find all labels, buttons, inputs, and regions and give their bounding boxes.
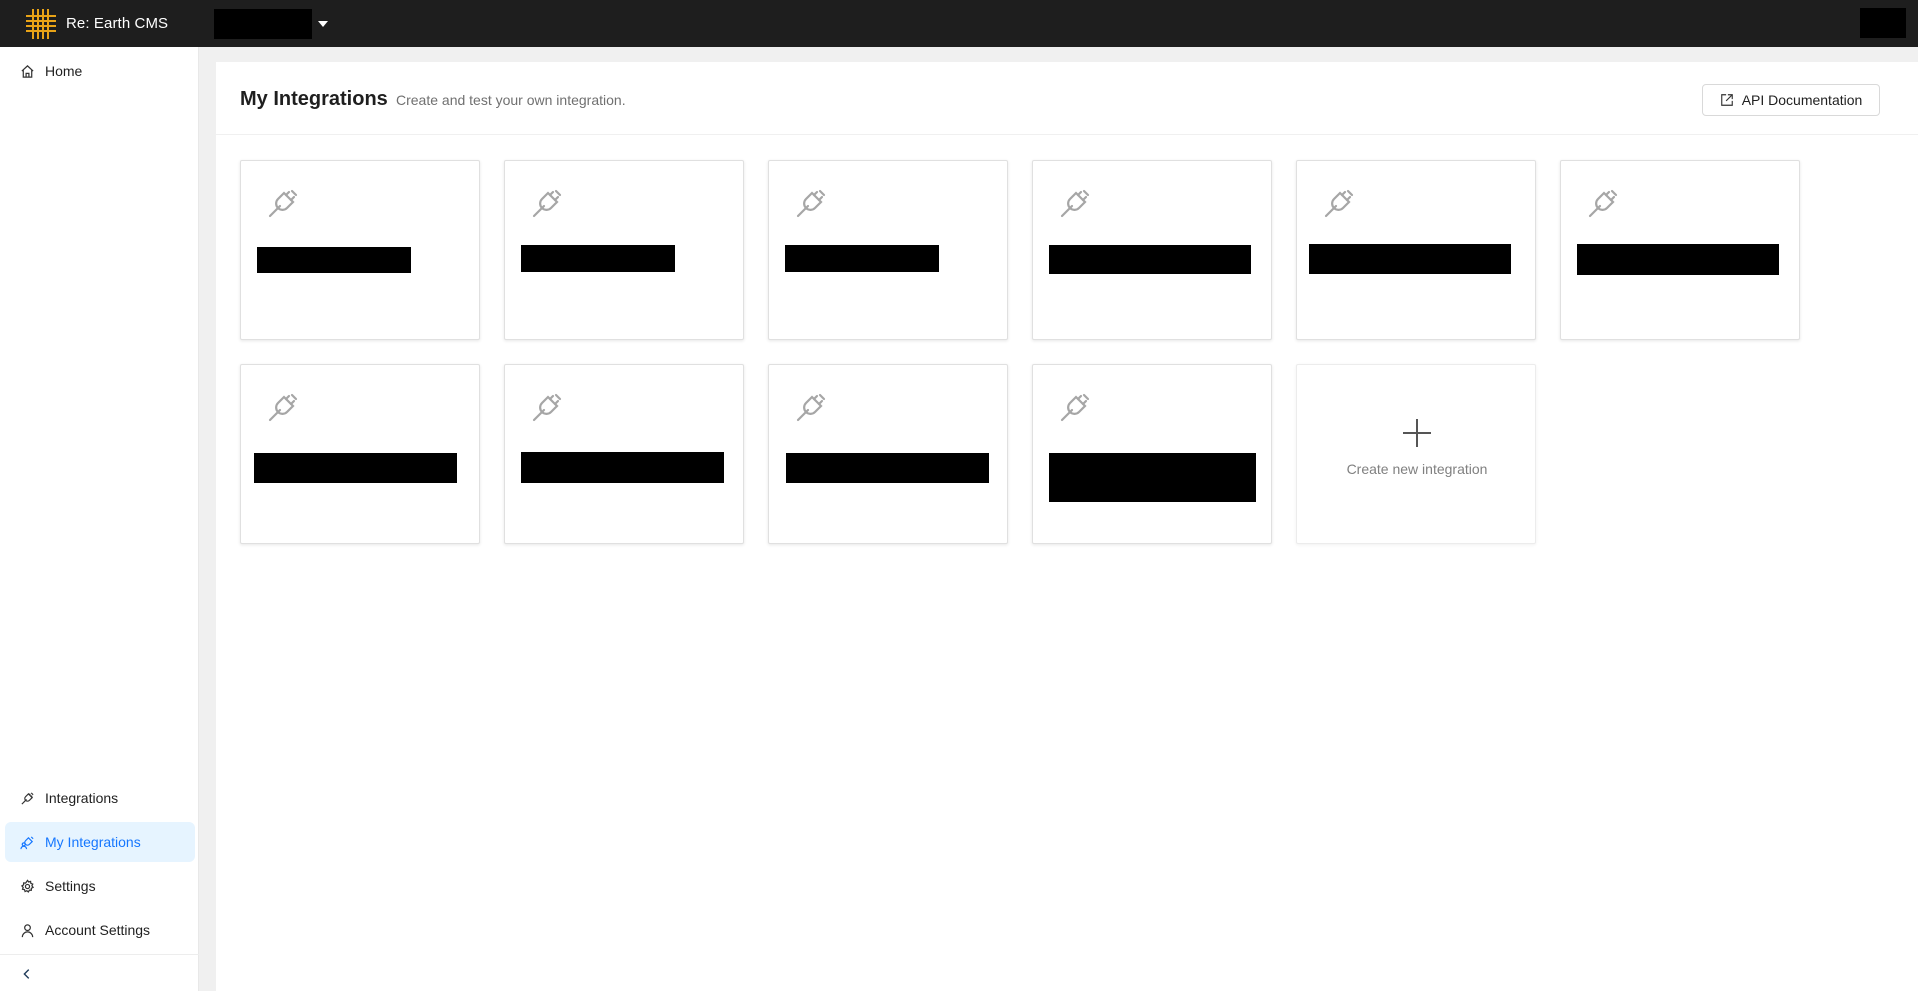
plug-icon	[1060, 393, 1090, 422]
create-new-integration-card[interactable]: Create new integration	[1296, 364, 1536, 544]
integration-name-redacted	[1049, 453, 1256, 502]
user-menu-redacted[interactable]	[1860, 8, 1906, 38]
sidebar-item-label: Account Settings	[45, 922, 151, 938]
plug-icon	[1324, 189, 1354, 218]
sidebar-divider	[0, 954, 199, 955]
integration-name-redacted	[257, 247, 411, 273]
chevron-left-icon	[23, 969, 30, 979]
integration-name-redacted	[1309, 244, 1511, 274]
integration-card[interactable]	[1032, 364, 1272, 544]
integration-name-redacted	[254, 453, 457, 483]
user-plug-icon	[19, 834, 35, 850]
plug-icon	[19, 790, 35, 806]
sidebar: Home Integrations My Integrations Settin…	[0, 47, 199, 991]
integration-name-redacted	[1577, 244, 1779, 275]
sidebar-item-label: My Integrations	[45, 834, 141, 850]
plug-icon	[268, 189, 298, 218]
integration-name-redacted	[785, 245, 939, 272]
sidebar-item-settings[interactable]: Settings	[5, 866, 195, 906]
caret-down-icon	[318, 20, 329, 27]
plug-icon	[1060, 189, 1090, 218]
integration-card[interactable]	[1032, 160, 1272, 340]
sidebar-item-label: Settings	[45, 878, 96, 894]
integration-name-redacted	[1049, 245, 1251, 274]
home-icon	[19, 63, 35, 79]
integration-card[interactable]	[504, 364, 744, 544]
external-link-icon	[1720, 94, 1733, 106]
integration-card[interactable]	[768, 364, 1008, 544]
collapse-sidebar-button[interactable]	[18, 965, 36, 983]
user-icon	[19, 922, 35, 938]
plus-icon	[1403, 419, 1431, 447]
main-content: My Integrations Create and test your own…	[216, 62, 1918, 991]
plug-icon	[532, 393, 562, 422]
page-header: My Integrations Create and test your own…	[216, 62, 1918, 135]
integration-name-redacted	[521, 245, 675, 272]
plug-icon	[1588, 189, 1618, 218]
sidebar-item-label: Home	[45, 63, 83, 79]
plug-icon	[796, 189, 826, 218]
top-header-bar: Re: Earth CMS	[0, 0, 1918, 47]
integration-card[interactable]	[1560, 160, 1800, 340]
gear-icon	[19, 878, 35, 894]
integration-card[interactable]	[240, 160, 480, 340]
workspace-name-redacted	[214, 8, 313, 39]
plug-icon	[796, 393, 826, 422]
page-title: My Integrations	[240, 88, 388, 110]
grid-logo-icon	[26, 8, 56, 39]
api-documentation-label: API Documentation	[1741, 92, 1863, 108]
create-new-integration-label: Create new integration	[1346, 461, 1488, 477]
plug-icon	[532, 189, 562, 218]
integration-card[interactable]	[1296, 160, 1536, 340]
sidebar-item-home[interactable]: Home	[5, 51, 195, 91]
workspace-selector[interactable]	[214, 8, 329, 39]
page-subtitle: Create and test your own integration.	[396, 92, 626, 108]
integration-name-redacted	[521, 452, 724, 483]
integration-card[interactable]	[240, 364, 480, 544]
sidebar-item-integrations[interactable]: Integrations	[5, 778, 195, 818]
sidebar-item-my-integrations[interactable]: My Integrations	[5, 822, 195, 862]
plug-icon	[268, 393, 298, 422]
app-logo[interactable]: Re: Earth CMS	[24, 7, 168, 41]
app-name: Re: Earth CMS	[66, 15, 169, 32]
integration-card[interactable]	[504, 160, 744, 340]
integration-name-redacted	[786, 453, 989, 483]
sidebar-item-label: Integrations	[45, 790, 119, 806]
integration-card[interactable]	[768, 160, 1008, 340]
sidebar-item-account-settings[interactable]: Account Settings	[5, 910, 195, 950]
api-documentation-button[interactable]: API Documentation	[1702, 84, 1880, 116]
